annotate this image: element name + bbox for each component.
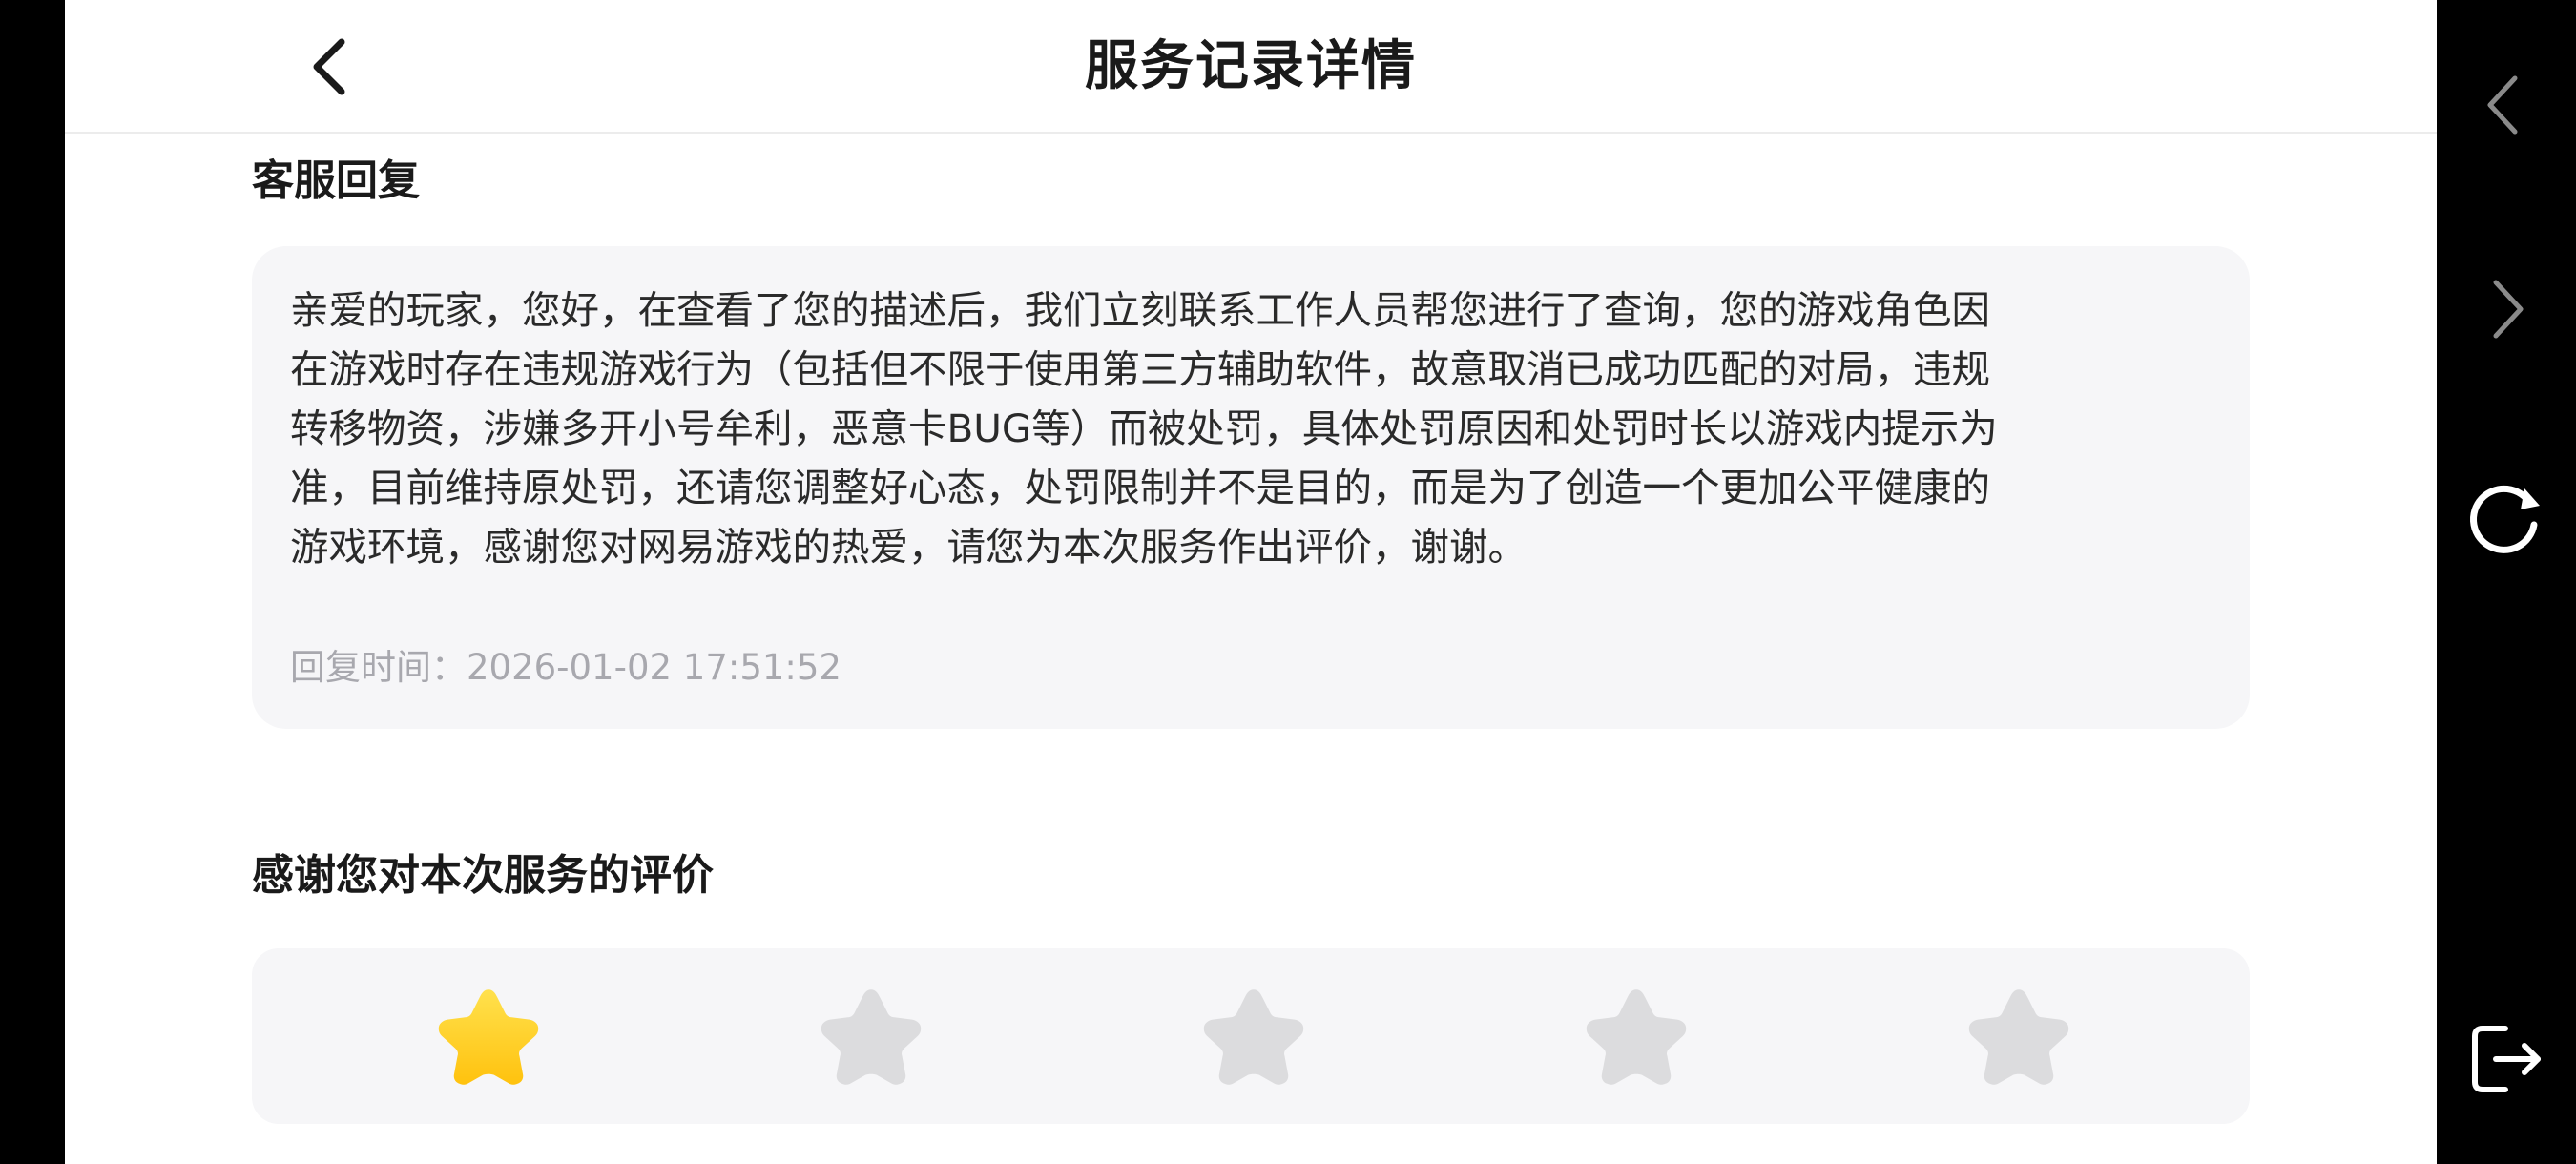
reply-section-title: 客服回复 <box>252 156 420 205</box>
reply-line: 在游戏时存在违规游戏行为（包括但不限于使用第三方辅助软件，故意取消已成功匹配的对… <box>290 346 1990 392</box>
star-icon <box>821 989 922 1085</box>
rating-star-4[interactable] <box>1581 983 1692 1090</box>
rating-section-title: 感谢您对本次服务的评价 <box>252 851 714 900</box>
system-navigation-bar <box>2437 0 2576 1164</box>
star-icon <box>1203 989 1304 1085</box>
star-icon <box>438 989 539 1085</box>
reply-time-value: 2026-01-02 17:51:52 <box>467 647 841 688</box>
exit-icon[interactable] <box>2458 1011 2553 1107</box>
star-icon <box>1586 989 1687 1085</box>
rating-star-3[interactable] <box>1198 983 1309 1090</box>
refresh-icon[interactable] <box>2458 471 2553 567</box>
app-screen: 服务记录详情 客服回复 亲爱的玩家，您好，在查看了您的描述后，我们立刻联系工作人… <box>65 0 2437 1164</box>
rating-star-1[interactable] <box>433 983 544 1090</box>
app-header: 服务记录详情 <box>65 0 2437 134</box>
reply-line: 转移物资，涉嫌多开小号牟利，恶意卡BUG等）而被处罚，具体处罚原因和处罚时长以游… <box>290 405 1998 451</box>
reply-line: 游戏环境，感谢您对网易游戏的热爱，请您为本次服务作出评价，谢谢。 <box>290 524 1527 570</box>
reply-line: 亲爱的玩家，您好，在查看了您的描述后，我们立刻联系工作人员帮您进行了查询，您的游… <box>290 287 1990 333</box>
rating-star-2[interactable] <box>816 983 926 1090</box>
reply-text: 亲爱的玩家，您好，在查看了您的描述后，我们立刻联系工作人员帮您进行了查询，您的游… <box>290 281 2212 576</box>
nav-forward-icon[interactable] <box>2458 261 2553 357</box>
reply-card: 亲爱的玩家，您好，在查看了您的描述后，我们立刻联系工作人员帮您进行了查询，您的游… <box>252 246 2250 729</box>
page-title: 服务记录详情 <box>1085 35 1417 97</box>
nav-back-icon[interactable] <box>2458 57 2553 153</box>
reply-time: 回复时间：2026-01-02 17:51:52 <box>290 643 841 693</box>
reply-time-label: 回复时间： <box>290 647 467 688</box>
left-screen-edge <box>0 0 65 1164</box>
reply-line: 准，目前维持原处罚，还请您调整好心态，处罚限制并不是目的，而是为了创造一个更加公… <box>290 465 1990 510</box>
rating-star-5[interactable] <box>1963 983 2074 1090</box>
rating-card <box>252 948 2250 1124</box>
star-icon <box>1968 989 2069 1085</box>
